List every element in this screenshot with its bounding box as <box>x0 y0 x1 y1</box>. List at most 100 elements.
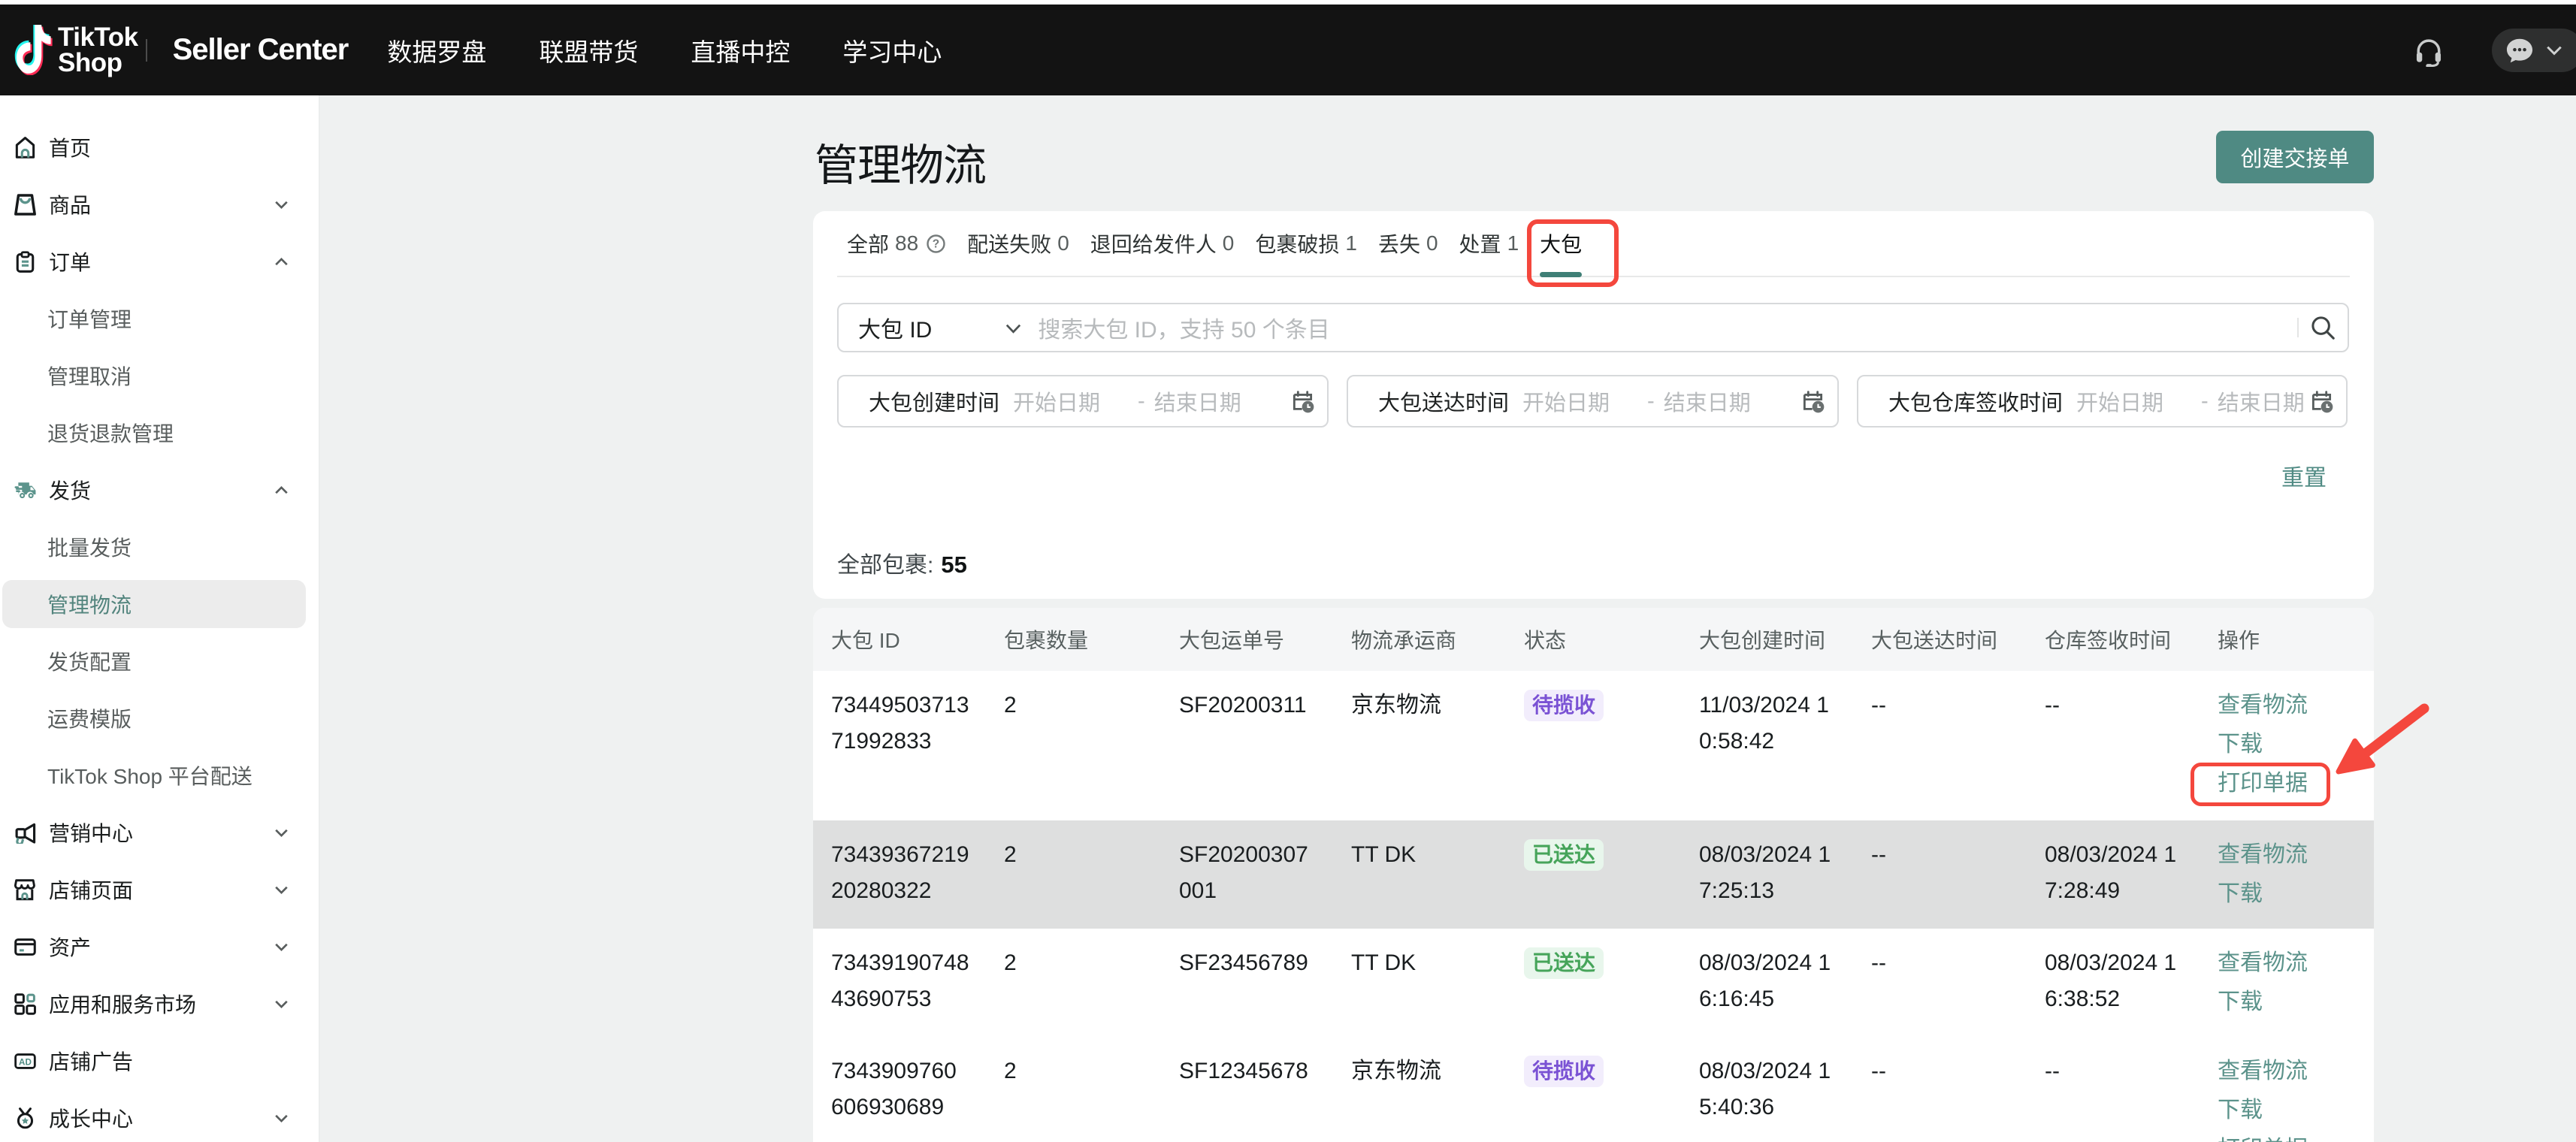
main-content: 管理物流 创建交接单 全部 88 配送失败 0 退回给发件人 0 包裹破损 1 … <box>322 95 2576 1142</box>
cell-line: 08/03/2024 1 <box>2045 945 2192 981</box>
nav-item-data-compass[interactable]: 数据罗盘 <box>387 32 486 68</box>
chevron-down-icon <box>272 1109 291 1128</box>
search-input[interactable]: 搜索大包 ID，支持 50 个条目 <box>1038 311 1329 344</box>
tab-lost[interactable]: 丢失 0 <box>1378 211 1438 276</box>
support-headset-icon[interactable] <box>2412 34 2445 67</box>
sidebar-subitem-manage-logistics[interactable]: 管理物流 <box>0 576 319 633</box>
table-row[interactable]: 7343909760 606930689 2 SF12345678 京东物流 待… <box>813 1037 2374 1142</box>
end-date-placeholder[interactable]: 结束日期 <box>1664 385 1751 417</box>
sidebar-item-products[interactable]: 商品 <box>0 176 319 233</box>
search-icon[interactable] <box>2308 313 2337 342</box>
filter-created-time[interactable]: 大包创建时间 开始日期 - 结束日期 <box>837 375 1329 427</box>
action-view-logistics-link[interactable]: 查看物流 <box>2218 944 2348 983</box>
create-handover-button[interactable]: 创建交接单 <box>2216 131 2374 183</box>
sidebar-item-marketing-center[interactable]: 营销中心 <box>0 804 319 861</box>
sidebar-subitem-returns-refunds[interactable]: 退货退款管理 <box>0 404 319 461</box>
tab-disposal[interactable]: 处置 1 <box>1459 211 1519 276</box>
sidebar-item-orders[interactable]: 订单 <box>0 233 319 290</box>
calendar-clock-icon[interactable] <box>2309 389 2334 414</box>
action-view-logistics-link[interactable]: 查看物流 <box>2218 1052 2348 1091</box>
tab-returned-to-sender[interactable]: 退回给发件人 0 <box>1090 211 1235 276</box>
action-print-documents-link[interactable]: 打印单据 <box>2218 764 2348 803</box>
date-range-dash: - <box>1647 389 1655 414</box>
table-row[interactable]: 73439190748 43690753 2 SF23456789 TT DK … <box>813 929 2374 1037</box>
start-date-placeholder[interactable]: 开始日期 <box>1522 385 1610 417</box>
status-badge: 待揽收 <box>1524 690 1604 721</box>
brand-line2: Shop <box>58 50 138 76</box>
tab-big-package[interactable]: 大包 <box>1540 211 1582 276</box>
header-right <box>2412 29 2576 72</box>
tab-delivery-failed[interactable]: 配送失败 0 <box>967 211 1069 276</box>
cell-bigpackage-id: 7343909760 606930689 <box>813 1037 986 1142</box>
action-download-link[interactable]: 下载 <box>2218 725 2348 764</box>
sidebar-item-assets[interactable]: 资产 <box>0 918 319 975</box>
nav-item-live-center[interactable]: 直播中控 <box>691 32 790 68</box>
end-date-placeholder[interactable]: 结束日期 <box>1154 385 1241 417</box>
action-view-logistics-link[interactable]: 查看物流 <box>2218 835 2348 875</box>
action-download-link[interactable]: 下载 <box>2218 983 2348 1022</box>
start-date-placeholder[interactable]: 开始日期 <box>2076 385 2163 417</box>
end-date-placeholder[interactable]: 结束日期 <box>2218 385 2305 417</box>
sidebar-item-label: 批量发货 <box>47 532 132 562</box>
col-header-waybill-no: 大包运单号 <box>1161 608 1333 671</box>
sidebar-item-shop-ads[interactable]: 店铺广告 <box>0 1032 319 1089</box>
sidebar-subitem-manage-cancellations[interactable]: 管理取消 <box>0 347 319 404</box>
tab-package-damaged[interactable]: 包裹破损 1 <box>1255 211 1357 276</box>
action-view-logistics-link[interactable]: 查看物流 <box>2218 686 2348 725</box>
cell-status: 待揽收 <box>1506 1037 1681 1142</box>
sidebar-item-home[interactable]: 首页 <box>0 119 319 176</box>
sidebar-item-shipping[interactable]: 发货 <box>0 461 319 518</box>
tab-all[interactable]: 全部 88 <box>847 211 946 276</box>
sidebar-subitem-shipping-config[interactable]: 发货配置 <box>0 633 319 690</box>
action-download-link[interactable]: 下载 <box>2218 1091 2348 1130</box>
cell-line: TT DK <box>1351 837 1498 873</box>
start-date-placeholder[interactable]: 开始日期 <box>1013 385 1100 417</box>
filter-warehouse-signed-time[interactable]: 大包仓库签收时间 开始日期 - 结束日期 <box>1857 375 2348 427</box>
cell-line: -- <box>1871 1053 2019 1089</box>
cell-bigpackage-id: 73439367219 20280322 <box>813 820 986 929</box>
cell-line: SF20200307 <box>1179 837 1326 873</box>
cell-package-qty: 2 <box>986 820 1161 929</box>
cell-line: 7:28:49 <box>2045 873 2192 909</box>
help-icon[interactable] <box>926 234 946 254</box>
nav-item-affiliate[interactable]: 联盟带货 <box>539 32 638 68</box>
cell-line: 43690753 <box>831 981 978 1017</box>
chat-pill-button[interactable] <box>2492 29 2576 72</box>
logistics-table: 大包 ID 包裹数量 大包运单号 物流承运商 状态 大包创建时间 大包送达时间 … <box>813 608 2374 1142</box>
sidebar-subitem-shipping-templates[interactable]: 运费模版 <box>0 690 319 747</box>
cell-carrier: TT DK <box>1333 820 1506 929</box>
calendar-clock-icon[interactable] <box>1290 389 1315 414</box>
cell-line: 7343909760 <box>831 1053 978 1089</box>
table-row[interactable]: 73439367219 20280322 2 SF20200307 001 TT… <box>813 820 2374 929</box>
sidebar-item-apps-services-market[interactable]: 应用和服务市场 <box>0 975 319 1032</box>
calendar-clock-icon[interactable] <box>1800 389 1825 414</box>
cell-line: 京东物流 <box>1351 1053 1498 1089</box>
filter-delivered-time[interactable]: 大包送达时间 开始日期 - 结束日期 <box>1347 375 1839 427</box>
cell-delivered-time: -- <box>1853 820 2027 929</box>
cell-line: SF23456789 <box>1179 945 1326 981</box>
sidebar-item-shop-pages[interactable]: 店铺页面 <box>0 861 319 918</box>
cell-line: TT DK <box>1351 945 1498 981</box>
package-count-summary: 全部包裹:55 <box>837 546 967 579</box>
chevron-down-icon <box>2543 39 2565 62</box>
cell-delivered-time: -- <box>1853 671 2027 820</box>
search-field-select[interactable]: 大包 ID <box>858 311 932 344</box>
nav-item-learning-center[interactable]: 学习中心 <box>842 32 942 68</box>
sidebar-item-label: 发货 <box>49 475 91 505</box>
cell-line: 606930689 <box>831 1089 978 1125</box>
caret-down-icon[interactable] <box>1003 318 1023 338</box>
reset-link[interactable]: 重置 <box>2281 459 2327 492</box>
action-download-link[interactable]: 下载 <box>2218 875 2348 914</box>
table-row[interactable]: 73449503713 71992833 2 SF20200311 京东物流 待… <box>813 671 2374 820</box>
ad-icon <box>14 1050 36 1073</box>
sidebar-item-growth-center[interactable]: 成长中心 <box>0 1089 319 1142</box>
cell-line: 京东物流 <box>1351 687 1498 724</box>
cell-waybill-no: SF20200311 <box>1161 671 1333 820</box>
sidebar-subitem-order-management[interactable]: 订单管理 <box>0 290 319 347</box>
action-print-documents-link[interactable]: 打印单据 <box>2218 1130 2348 1142</box>
sidebar-subitem-bulk-shipping[interactable]: 批量发货 <box>0 518 319 576</box>
cell-line: 6:16:45 <box>1699 981 1846 1017</box>
sidebar-subitem-tiktok-shop-platform-delivery[interactable]: TikTok Shop 平台配送 <box>0 747 319 804</box>
chevron-down-icon <box>272 881 291 899</box>
card-icon <box>14 935 36 959</box>
